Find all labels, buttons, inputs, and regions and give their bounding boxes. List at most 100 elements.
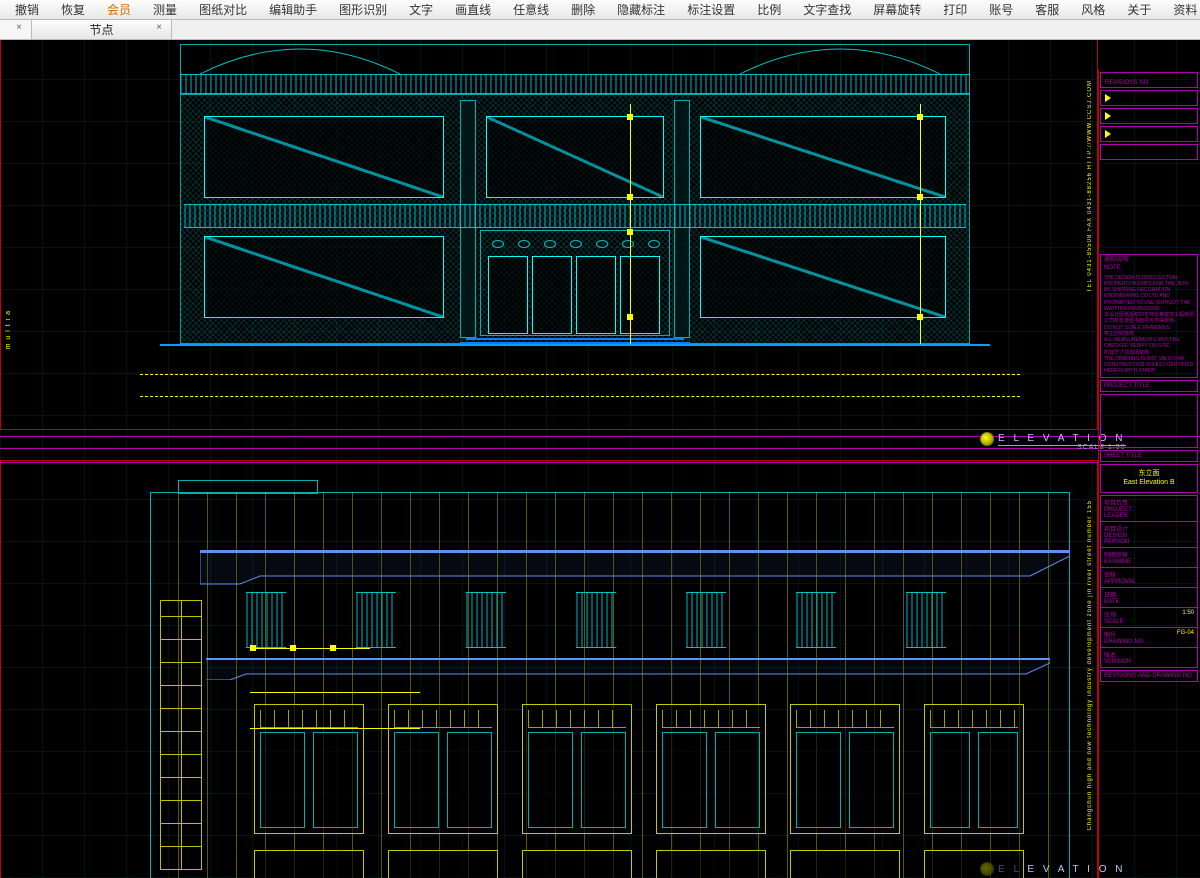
side-text: m u l t i a	[5, 310, 12, 349]
building-elevation-top	[180, 44, 970, 404]
close-icon[interactable]: ×	[153, 22, 165, 34]
side-text-company: Changchun high and new technology indust…	[1087, 500, 1093, 830]
side-text-contact: TEL 0431-85508 FAX 0431-88256 HTTP://WWW…	[1087, 80, 1093, 292]
menu-compare[interactable]: 图纸对比	[188, 1, 258, 18]
menu-measure[interactable]: 测量	[142, 1, 188, 18]
warning-icon	[1105, 94, 1111, 102]
window	[486, 116, 664, 198]
pilaster-group	[576, 592, 616, 648]
medallion	[492, 240, 504, 248]
menu-docs[interactable]: 资料	[1162, 1, 1200, 18]
menu-scale[interactable]: 比例	[746, 1, 792, 18]
menu-print[interactable]: 打印	[932, 1, 978, 18]
dim-line	[250, 648, 370, 649]
pilaster-group	[906, 592, 946, 648]
dim-mark	[627, 114, 633, 120]
dim-mark	[250, 645, 256, 651]
rev-row	[1100, 126, 1198, 142]
pilaster-group	[466, 592, 506, 648]
lower-door	[656, 850, 766, 878]
door	[488, 256, 528, 334]
menu-undo[interactable]: 撤销	[4, 1, 50, 18]
menu-hide-annot[interactable]: 隐藏标注	[606, 1, 676, 18]
dim-mark	[290, 645, 296, 651]
lower-door	[522, 850, 632, 878]
tab-blank[interactable]: ×	[0, 20, 32, 39]
menu-line[interactable]: 画直线	[444, 1, 502, 18]
lower-door	[924, 850, 1024, 878]
dim-mark	[917, 114, 923, 120]
pilaster-group	[246, 592, 286, 648]
door	[620, 256, 660, 334]
menu-rotate[interactable]: 屏幕旋转	[862, 1, 932, 18]
menu-redo[interactable]: 恢复	[50, 1, 96, 18]
pilaster-group	[686, 592, 726, 648]
medallion	[622, 240, 634, 248]
lower-door	[790, 850, 900, 878]
building-elevation-bottom: .bay-inner{position:absolute; inset:6px;…	[150, 480, 1070, 878]
tab-active-label: 节点	[89, 21, 113, 38]
menu-find-text[interactable]: 文字查找	[792, 1, 862, 18]
mid-band	[184, 204, 966, 228]
menubar: 撤销 恢复 会员 测量 图纸对比 编辑助手 图形识别 文字 画直线 任意线 删除…	[0, 0, 1200, 20]
dim-mark	[627, 229, 633, 235]
cornice-mid-profile	[206, 658, 1050, 680]
warning-icon	[1105, 112, 1111, 120]
divider	[0, 462, 1098, 463]
extent-line	[140, 396, 1020, 397]
dim-mark	[627, 314, 633, 320]
cad-viewport[interactable]: m u l t i a Changchun high and new techn…	[0, 40, 1200, 878]
pilaster-group	[796, 592, 836, 648]
menu-delete[interactable]: 删除	[560, 1, 606, 18]
lower-door	[254, 850, 364, 878]
divider	[0, 448, 1098, 449]
dim-line	[920, 104, 921, 344]
door	[576, 256, 616, 334]
rev-row	[1100, 144, 1198, 160]
menu-support[interactable]: 客服	[1024, 1, 1070, 18]
extent-line	[140, 374, 1020, 375]
rev-row: REVISIONS NO	[1100, 72, 1198, 88]
window	[700, 116, 946, 198]
ground-line	[160, 344, 990, 346]
menu-vip[interactable]: 会员	[96, 1, 142, 18]
arc-deco	[740, 44, 940, 74]
menu-text[interactable]: 文字	[398, 1, 444, 18]
medallion	[544, 240, 556, 248]
dim-line	[250, 728, 420, 729]
window	[204, 116, 444, 198]
rev-head: REVISIONS NO	[1101, 80, 1148, 86]
menu-style[interactable]: 风格	[1070, 1, 1116, 18]
cornice-profile	[200, 550, 1070, 590]
menu-freeline[interactable]: 任意线	[502, 1, 560, 18]
elevation-symbol-icon	[980, 432, 994, 446]
dim-line	[250, 692, 420, 693]
dim-mark	[330, 645, 336, 651]
pilaster-group	[356, 592, 396, 648]
arc-deco	[200, 44, 400, 74]
medallion	[648, 240, 660, 248]
medallion	[570, 240, 582, 248]
tab-active[interactable]: 节点 ×	[32, 20, 172, 39]
titleblock: REVISIONS NO 通知说明: NOTE: THE DESIGN IS I…	[1098, 70, 1200, 878]
menu-account[interactable]: 账号	[978, 1, 1024, 18]
warning-icon	[1105, 130, 1111, 138]
close-icon[interactable]: ×	[13, 22, 25, 34]
dim-mark	[627, 194, 633, 200]
lower-door	[388, 850, 498, 878]
cornice-band	[180, 74, 970, 94]
menu-about[interactable]: 关于	[1116, 1, 1162, 18]
dim-mark	[917, 194, 923, 200]
rev-row	[1100, 90, 1198, 106]
dim-line	[630, 104, 631, 344]
step	[460, 342, 690, 344]
project-title-box	[1100, 394, 1198, 448]
menu-annot-settings[interactable]: 标注设置	[676, 1, 746, 18]
rev-row	[1100, 108, 1198, 124]
penthouse	[178, 480, 318, 494]
menu-shape-recog[interactable]: 图形识别	[328, 1, 398, 18]
stair-window	[160, 600, 202, 870]
door	[532, 256, 572, 334]
step	[466, 338, 684, 340]
menu-edit-helper[interactable]: 编辑助手	[258, 1, 328, 18]
